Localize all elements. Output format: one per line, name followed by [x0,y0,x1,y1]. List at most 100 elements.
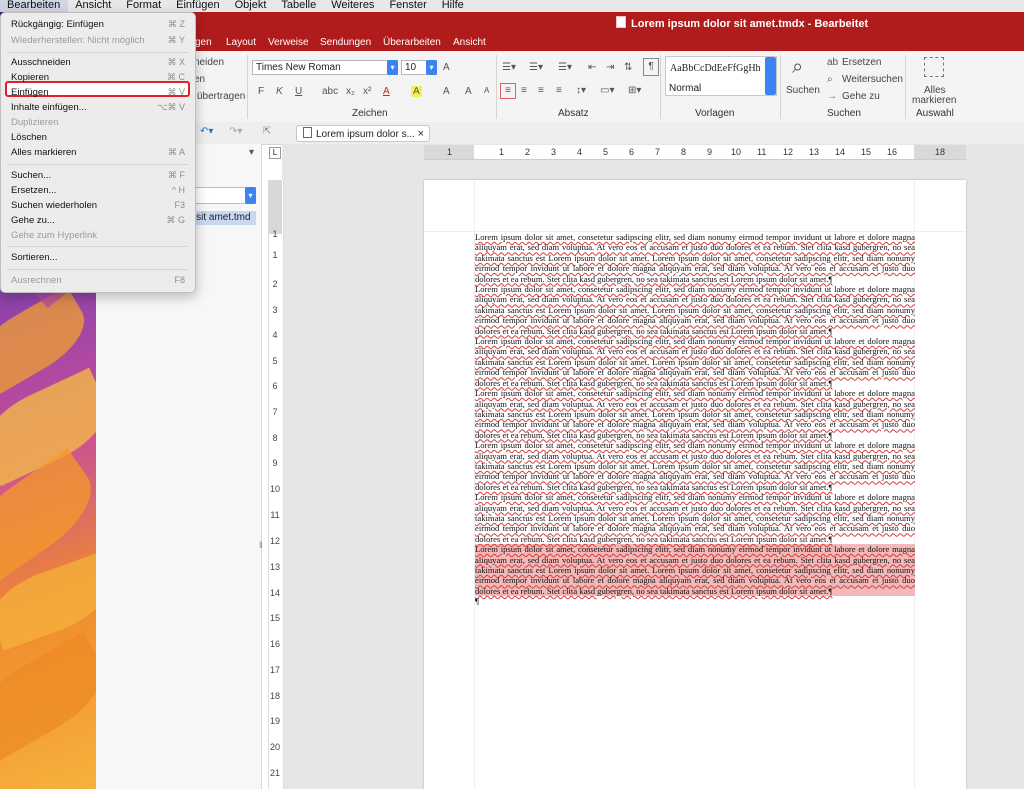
superscript-icon[interactable]: x² [363,86,371,97]
menu-einfuegen[interactable]: Einfügen [169,0,227,12]
strikethrough-icon[interactable]: abc [322,86,338,97]
paragraph[interactable]: Lorem ipsum dolor sit amet, consetetur s… [475,336,915,388]
menu-weiteres[interactable]: Weiteres [324,0,382,12]
bullet-list-icon[interactable]: ☰▾ [502,62,516,73]
nav-search-dropdown-icon[interactable]: ▾ [245,187,256,204]
multilevel-list-icon[interactable]: ☰▾ [558,62,572,73]
menu-item-paste-special[interactable]: Inhalte einfügen... [11,102,87,113]
decrease-indent-icon[interactable]: ⇤ [588,62,596,73]
redo-icon[interactable]: ↷▾ [229,126,242,137]
tab-verweise[interactable]: Verweise [268,37,309,48]
group-label-auswahl: Auswahl [916,108,954,119]
menu-shortcut: ⌘ A [167,147,185,157]
change-case-button[interactable]: A [443,62,450,73]
menu-fenster[interactable]: Fenster [382,0,434,12]
menu-item-goto[interactable]: Gehe zu... [11,215,55,226]
font-color-button[interactable]: A [383,86,390,97]
pointer-icon[interactable]: ⇱ [263,126,271,137]
align-right-icon[interactable]: ≡ [538,85,544,96]
document-tab[interactable]: Lorem ipsum dolor s... × [296,125,430,142]
menu-item-replace[interactable]: Ersetzen... [11,185,56,196]
menu-ansicht[interactable]: Ansicht [68,0,119,12]
empty-paragraph-mark[interactable]: ¶ [475,596,915,606]
select-all-icon[interactable] [924,57,944,77]
subscript-icon[interactable]: x₂ [346,86,355,97]
align-left-icon[interactable]: ≡ [500,83,516,99]
show-formatting-button[interactable]: ¶ [643,58,659,76]
menu-item-find-again[interactable]: Suchen wiederholen [11,200,97,211]
vertical-ruler-label: 6 [272,381,278,391]
paragraph[interactable]: Lorem ipsum dolor sit amet, consetetur s… [475,492,915,544]
menu-objekt[interactable]: Objekt [228,0,275,12]
highlight-button[interactable]: A [411,86,422,97]
paragraph[interactable]: Lorem ipsum dolor sit amet, consetetur s… [475,284,915,336]
vertical-ruler-label: 13 [269,562,280,572]
nav-pane-dropdown-icon[interactable]: ▾ [249,147,254,158]
clear-formatting-button[interactable]: A [443,86,450,97]
font-size-dropdown-icon[interactable]: ▾ [426,60,437,75]
menu-item-goto-hyperlink[interactable]: Gehe zum Hyperlink [11,230,97,241]
tab-start-partial[interactable]: gen [195,37,212,48]
menu-item-find[interactable]: Suchen... [11,170,51,181]
menu-item-duplicate[interactable]: Duplizieren [11,117,59,128]
font-name-dropdown-icon[interactable]: ▾ [387,60,398,75]
replace-button[interactable]: Ersetzen [842,57,881,68]
menu-shortcut: ⌥⌘ V [157,102,185,112]
replace-icon[interactable]: ab [827,57,838,68]
select-all-label-line2[interactable]: markieren [912,95,956,106]
borders-icon[interactable]: ⊞▾ [628,85,641,96]
font-name-field[interactable]: Times New Roman [252,60,398,75]
search-icon[interactable]: ⌕ [792,56,803,79]
menu-item-cut[interactable]: Ausschneiden [11,57,71,68]
styles-scroll-icon[interactable] [765,57,776,95]
tab-ansicht[interactable]: Ansicht [453,37,486,48]
menu-bearbeiten[interactable]: Bearbeiten [0,0,69,12]
grow-font-button[interactable]: A [465,86,472,97]
sort-icon[interactable]: ⇅ [624,62,632,73]
menu-item-select-all[interactable]: Alles markieren [11,147,76,158]
tab-sendungen[interactable]: Sendungen [320,37,371,48]
menu-item-redo[interactable]: Wiederherstellen: Nicht möglich [11,35,145,46]
menu-item-undo[interactable]: Rückgängig: Einfügen [11,19,104,30]
align-center-icon[interactable]: ≡ [521,85,527,96]
tab-layout[interactable]: Layout [226,37,256,48]
menu-item-delete[interactable]: Löschen [11,132,47,143]
find-next-icon[interactable]: ⌕ [827,74,833,85]
format-painter-label[interactable]: übertragen [197,91,245,102]
paragraph[interactable]: Lorem ipsum dolor sit amet, consetetur s… [475,232,915,284]
paragraph[interactable]: Lorem ipsum dolor sit amet, consetetur s… [475,440,915,492]
goto-button[interactable]: Gehe zu [842,91,880,102]
paragraph[interactable]: Lorem ipsum dolor sit amet, consetetur s… [475,388,915,440]
numbered-list-icon[interactable]: ☰▾ [529,62,543,73]
menu-item-copy[interactable]: Kopieren [11,72,49,83]
menu-item-paste[interactable]: Einfügen [11,87,49,98]
justify-icon[interactable]: ≡ [556,85,562,96]
bold-button[interactable]: F [258,86,264,97]
tab-stop-selector[interactable]: L [269,147,281,159]
cut-button-label[interactable]: neiden [194,57,224,68]
italic-button[interactable]: K [276,86,283,97]
document-body[interactable]: Lorem ipsum dolor sit amet, consetetur s… [475,232,915,607]
menu-tabelle[interactable]: Tabelle [274,0,324,12]
underline-button[interactable]: U [295,86,302,97]
pane-resize-handle-icon[interactable]: ‖ [259,540,265,558]
increase-indent-icon[interactable]: ⇥ [606,62,614,73]
goto-arrow-icon[interactable]: → [827,91,837,102]
find-next-button[interactable]: Weitersuchen [842,74,903,85]
close-icon[interactable]: × [418,126,424,143]
vertical-ruler-label: 9 [272,458,278,468]
shading-icon[interactable]: ▭▾ [600,85,614,96]
search-button-label[interactable]: Suchen [786,85,820,96]
menu-item-sort[interactable]: Sortieren... [11,252,57,263]
paragraph-selected[interactable]: Lorem ipsum dolor sit amet, consetetur s… [475,544,915,597]
styles-gallery[interactable]: AaBbCcDdEeFfGgHh Normal [665,56,777,96]
line-spacing-icon[interactable]: ↕▾ [576,85,586,96]
menu-format[interactable]: Format [119,0,169,12]
shrink-font-button[interactable]: A [484,86,489,95]
menu-item-calculate[interactable]: Ausrechnen [11,275,62,286]
vertical-ruler-label: 21 [269,768,280,778]
tab-ueberarbeiten[interactable]: Überarbeiten [383,37,441,48]
nav-search-result[interactable]: r sit amet.tmd [190,211,256,225]
menu-hilfe[interactable]: Hilfe [435,0,472,12]
undo-icon[interactable]: ↶▾ [200,126,213,137]
